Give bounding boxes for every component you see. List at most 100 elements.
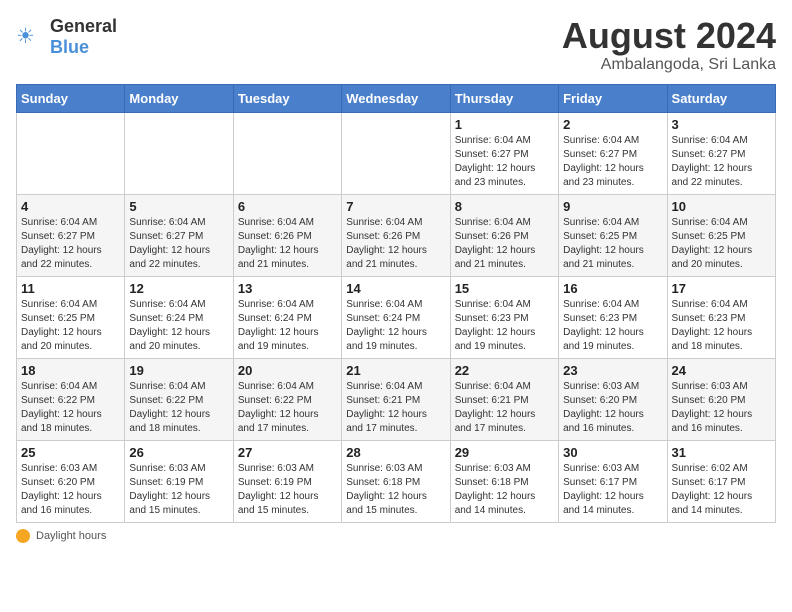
calendar-cell: 1Sunrise: 6:04 AMSunset: 6:27 PMDaylight… xyxy=(450,112,558,194)
calendar-week-row: 18 Sunrise: 6:04 AMSunset: 6:22 PMDayligh… xyxy=(17,358,776,440)
logo-icon: ☀ xyxy=(16,22,46,52)
day-number: 22 xyxy=(455,363,554,378)
calendar-cell: 11 Sunrise: 6:04 AMSunset: 6:25 PMDayligh… xyxy=(17,276,125,358)
logo: ☀ General Blue xyxy=(16,16,117,58)
logo-general: General xyxy=(50,16,117,36)
day-number: 11 xyxy=(21,281,120,296)
calendar-cell xyxy=(17,112,125,194)
day-number: 26 xyxy=(129,445,228,460)
day-number: 9 xyxy=(563,199,662,214)
daylight-label: Daylight hours xyxy=(36,530,106,542)
day-info: Sunrise: 6:04 AMSunset: 6:27 PMDaylight:… xyxy=(129,216,228,272)
day-info: Sunrise: 6:04 AMSunset: 6:25 PMDaylight:… xyxy=(563,216,662,272)
day-info: Sunrise: 6:02 AMSunset: 6:17 PMDaylight:… xyxy=(672,462,771,518)
calendar-table: SundayMondayTuesdayWednesdayThursdayFrid… xyxy=(16,84,776,523)
calendar-week-row: 1Sunrise: 6:04 AMSunset: 6:27 PMDaylight… xyxy=(17,112,776,194)
day-info: Sunrise: 6:04 AMSunset: 6:26 PMDaylight:… xyxy=(238,216,337,272)
calendar-cell xyxy=(342,112,450,194)
calendar-cell: 14Sunrise: 6:04 AMSunset: 6:24 PMDayligh… xyxy=(342,276,450,358)
location: Ambalangoda, Sri Lanka xyxy=(562,56,776,74)
calendar-week-row: 4 Sunrise: 6:04 AMSunset: 6:27 PMDaylight… xyxy=(17,194,776,276)
calendar-cell: 19 Sunrise: 6:04 AMSunset: 6:22 PMDayligh… xyxy=(125,358,233,440)
day-info: Sunrise: 6:04 AMSunset: 6:26 PMDaylight:… xyxy=(346,216,445,272)
day-info: Sunrise: 6:04 AMSunset: 6:25 PMDaylight:… xyxy=(672,216,771,272)
page-header: ☀ General Blue August 2024 Ambalangoda, … xyxy=(16,16,776,74)
day-number: 17 xyxy=(672,281,771,296)
calendar-cell: 20 Sunrise: 6:04 AMSunset: 6:22 PMDayligh… xyxy=(233,358,341,440)
calendar-cell: 5 Sunrise: 6:04 AMSunset: 6:27 PMDaylight… xyxy=(125,194,233,276)
day-number: 5 xyxy=(129,199,228,214)
day-number: 13 xyxy=(238,281,337,296)
day-info: Sunrise: 6:04 AMSunset: 6:27 PMDaylight:… xyxy=(455,134,554,190)
calendar-cell: 6 Sunrise: 6:04 AMSunset: 6:26 PMDaylight… xyxy=(233,194,341,276)
day-number: 12 xyxy=(129,281,228,296)
day-info: Sunrise: 6:03 AMSunset: 6:19 PMDaylight:… xyxy=(238,462,337,518)
day-number: 28 xyxy=(346,445,445,460)
calendar-cell: 3Sunrise: 6:04 AMSunset: 6:27 PMDaylight… xyxy=(667,112,775,194)
sun-icon xyxy=(16,529,30,543)
day-info: Sunrise: 6:04 AMSunset: 6:23 PMDaylight:… xyxy=(563,298,662,354)
day-number: 18 xyxy=(21,363,120,378)
day-info: Sunrise: 6:03 AMSunset: 6:18 PMDaylight:… xyxy=(455,462,554,518)
calendar-header-sunday: Sunday xyxy=(17,84,125,112)
title-area: August 2024 Ambalangoda, Sri Lanka xyxy=(562,16,776,74)
calendar-cell: 16 Sunrise: 6:04 AMSunset: 6:23 PMDayligh… xyxy=(559,276,667,358)
day-number: 23 xyxy=(563,363,662,378)
calendar-cell: 31 Sunrise: 6:02 AMSunset: 6:17 PMDayligh… xyxy=(667,440,775,522)
calendar-cell: 12 Sunrise: 6:04 AMSunset: 6:24 PMDayligh… xyxy=(125,276,233,358)
calendar-cell: 13 Sunrise: 6:04 AMSunset: 6:24 PMDayligh… xyxy=(233,276,341,358)
day-number: 8 xyxy=(455,199,554,214)
calendar-cell: 22Sunrise: 6:04 AMSunset: 6:21 PMDayligh… xyxy=(450,358,558,440)
day-number: 4 xyxy=(21,199,120,214)
logo-blue: Blue xyxy=(50,37,89,57)
day-number: 19 xyxy=(129,363,228,378)
day-number: 10 xyxy=(672,199,771,214)
calendar-header-thursday: Thursday xyxy=(450,84,558,112)
day-info: Sunrise: 6:03 AMSunset: 6:19 PMDaylight:… xyxy=(129,462,228,518)
day-info: Sunrise: 6:04 AMSunset: 6:22 PMDaylight:… xyxy=(238,380,337,436)
day-number: 15 xyxy=(455,281,554,296)
day-info: Sunrise: 6:03 AMSunset: 6:20 PMDaylight:… xyxy=(21,462,120,518)
day-number: 27 xyxy=(238,445,337,460)
calendar-cell: 10 Sunrise: 6:04 AMSunset: 6:25 PMDayligh… xyxy=(667,194,775,276)
day-number: 24 xyxy=(672,363,771,378)
calendar-cell: 18Sunrise: 6:04 AMSunset: 6:22 PMDayligh… xyxy=(17,358,125,440)
calendar-cell: 7 Sunrise: 6:04 AMSunset: 6:26 PMDaylight… xyxy=(342,194,450,276)
calendar-header-tuesday: Tuesday xyxy=(233,84,341,112)
day-number: 3 xyxy=(672,117,771,132)
day-info: Sunrise: 6:03 AMSunset: 6:20 PMDaylight:… xyxy=(563,380,662,436)
day-info: Sunrise: 6:03 AMSunset: 6:18 PMDaylight:… xyxy=(346,462,445,518)
calendar-header-saturday: Saturday xyxy=(667,84,775,112)
calendar-cell xyxy=(125,112,233,194)
day-number: 20 xyxy=(238,363,337,378)
day-info: Sunrise: 6:04 AMSunset: 6:27 PMDaylight:… xyxy=(21,216,120,272)
day-info: Sunrise: 6:04 AMSunset: 6:23 PMDaylight:… xyxy=(672,298,771,354)
day-info: Sunrise: 6:03 AMSunset: 6:17 PMDaylight:… xyxy=(563,462,662,518)
day-info: Sunrise: 6:04 AMSunset: 6:24 PMDaylight:… xyxy=(129,298,228,354)
calendar-cell: 2 Sunrise: 6:04 AMSunset: 6:27 PMDaylight… xyxy=(559,112,667,194)
calendar-cell: 15 Sunrise: 6:04 AMSunset: 6:23 PMDayligh… xyxy=(450,276,558,358)
calendar-header-monday: Monday xyxy=(125,84,233,112)
day-info: Sunrise: 6:04 AMSunset: 6:23 PMDaylight:… xyxy=(455,298,554,354)
day-number: 2 xyxy=(563,117,662,132)
footer-note: Daylight hours xyxy=(16,529,776,543)
day-info: Sunrise: 6:04 AMSunset: 6:24 PMDaylight:… xyxy=(238,298,337,354)
day-number: 21 xyxy=(346,363,445,378)
calendar-cell: 25 Sunrise: 6:03 AMSunset: 6:20 PMDayligh… xyxy=(17,440,125,522)
day-number: 6 xyxy=(238,199,337,214)
day-info: Sunrise: 6:04 AMSunset: 6:27 PMDaylight:… xyxy=(563,134,662,190)
day-number: 16 xyxy=(563,281,662,296)
day-number: 29 xyxy=(455,445,554,460)
day-number: 7 xyxy=(346,199,445,214)
day-info: Sunrise: 6:04 AMSunset: 6:25 PMDaylight:… xyxy=(21,298,120,354)
svg-text:☀: ☀ xyxy=(16,25,35,48)
calendar-cell: 23 Sunrise: 6:03 AMSunset: 6:20 PMDayligh… xyxy=(559,358,667,440)
calendar-cell: 9 Sunrise: 6:04 AMSunset: 6:25 PMDaylight… xyxy=(559,194,667,276)
day-number: 31 xyxy=(672,445,771,460)
day-number: 30 xyxy=(563,445,662,460)
calendar-cell: 21Sunrise: 6:04 AMSunset: 6:21 PMDayligh… xyxy=(342,358,450,440)
day-number: 14 xyxy=(346,281,445,296)
day-info: Sunrise: 6:04 AMSunset: 6:22 PMDaylight:… xyxy=(129,380,228,436)
calendar-cell: 27 Sunrise: 6:03 AMSunset: 6:19 PMDayligh… xyxy=(233,440,341,522)
day-number: 25 xyxy=(21,445,120,460)
